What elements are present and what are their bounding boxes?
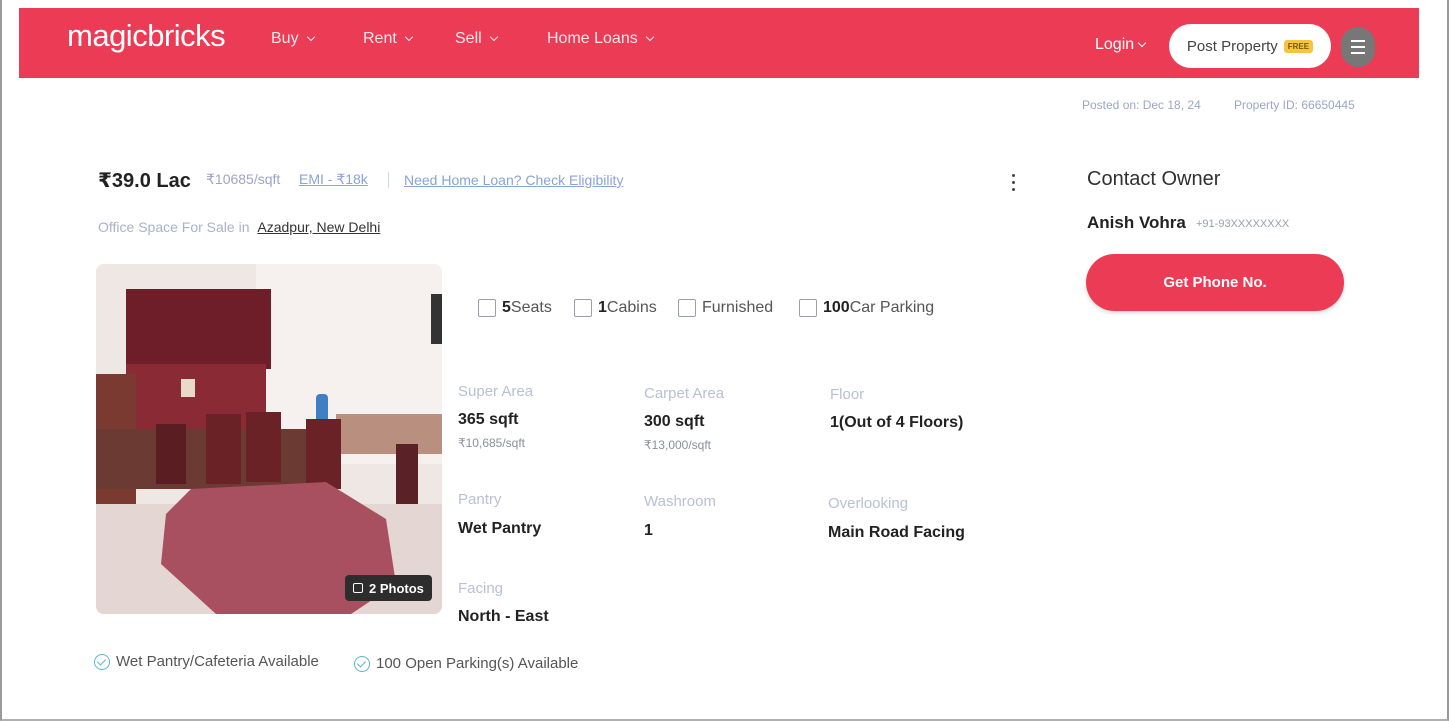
feature-furnished: Furnished xyxy=(678,299,773,317)
chevron-down-icon xyxy=(404,32,414,42)
gallery-icon xyxy=(353,583,363,593)
carpet-area-label: Carpet Area xyxy=(644,385,725,402)
feature-parking-label: Car Parking xyxy=(849,299,935,316)
subtitle-prefix: Office Space For Sale in xyxy=(98,219,250,235)
divider xyxy=(388,172,389,188)
facing-value: North - East xyxy=(458,608,549,625)
floor-value: 1(Out of 4 Floors) xyxy=(830,414,964,431)
get-phone-button[interactable]: Get Phone No. xyxy=(1086,254,1344,311)
super-area-value[interactable]: 365 sqft xyxy=(458,411,518,429)
furnished-icon xyxy=(678,299,696,317)
car-parking-icon xyxy=(799,299,817,317)
cabin-icon xyxy=(574,299,592,317)
posted-on: Posted on: Dec 18, 24 xyxy=(1082,98,1201,112)
nav-sell-label: Sell xyxy=(455,30,482,47)
amenity-item: Wet Pantry/Cafeteria Available xyxy=(94,653,319,670)
feature-car-parking: 100Car Parking xyxy=(799,299,934,317)
nav-sell[interactable]: Sell xyxy=(455,30,498,48)
overlooking-label: Overlooking xyxy=(828,495,909,512)
pantry-label: Pantry xyxy=(458,491,502,508)
contact-owner-title: Contact Owner xyxy=(1087,168,1221,190)
feature-cabins: 1Cabins xyxy=(574,299,657,317)
nav-home-loans-label: Home Loans xyxy=(547,30,638,47)
carpet-area-value[interactable]: 300 sqft xyxy=(644,413,704,431)
seat-icon xyxy=(478,299,496,317)
hamburger-menu-icon[interactable] xyxy=(1341,27,1375,67)
nav-rent-label: Rent xyxy=(363,30,397,47)
nav-buy-label: Buy xyxy=(271,30,299,47)
nav-buy[interactable]: Buy xyxy=(271,30,315,48)
free-badge: FREE xyxy=(1283,39,1314,53)
check-eligibility-link[interactable]: Need Home Loan? Check Eligibility xyxy=(404,172,623,188)
amenity-item: 100 Open Parking(s) Available xyxy=(354,655,578,672)
check-circle-icon xyxy=(354,655,370,672)
super-area-rate: ₹10,685/sqft xyxy=(458,436,526,450)
photo-count-badge[interactable]: 2 Photos xyxy=(345,575,432,601)
amenity-label: 100 Open Parking(s) Available xyxy=(376,655,579,672)
nav-rent[interactable]: Rent xyxy=(363,30,414,48)
chevron-down-icon xyxy=(1137,38,1147,48)
office-photo-illustration xyxy=(96,264,442,614)
property-photo[interactable]: 2 Photos xyxy=(96,264,442,614)
chevron-down-icon xyxy=(306,32,315,42)
feature-cabins-label: Cabins xyxy=(606,299,657,316)
feature-cabins-value: 1 xyxy=(598,299,607,316)
login-button[interactable]: Login xyxy=(1095,36,1147,54)
more-options-icon[interactable] xyxy=(1008,172,1019,193)
feature-parking-value: 100 xyxy=(823,299,850,316)
magicbricks-logo[interactable]: magicbricks xyxy=(67,18,226,54)
nav-home-loans[interactable]: Home Loans xyxy=(547,30,654,48)
price: ₹39.0 Lac xyxy=(98,170,191,192)
post-property-button[interactable]: Post Property FREE xyxy=(1169,24,1331,68)
price-per-sqft: ₹10685/sqft xyxy=(206,171,281,187)
check-circle-icon xyxy=(94,653,110,670)
property-id: Property ID: 66650445 xyxy=(1234,98,1355,112)
chevron-down-icon xyxy=(645,32,654,42)
washroom-label: Washroom xyxy=(644,493,716,510)
amenity-label: Wet Pantry/Cafeteria Available xyxy=(116,653,319,670)
facing-label: Facing xyxy=(458,580,504,597)
floor-label: Floor xyxy=(830,386,865,403)
chevron-down-icon xyxy=(489,32,498,42)
pantry-value: Wet Pantry xyxy=(458,520,542,537)
owner-phone-masked: +91-93XXXXXXXX xyxy=(1196,218,1290,230)
photo-count-label: 2 Photos xyxy=(369,580,424,596)
owner-name: Anish Vohra xyxy=(1087,213,1186,232)
feature-furnished-label: Furnished xyxy=(702,299,774,316)
top-navbar: magicbricks Buy Rent Sell Home Loans Log… xyxy=(19,8,1419,78)
login-label: Login xyxy=(1095,36,1135,53)
overlooking-value: Main Road Facing xyxy=(828,524,965,541)
feature-seats-label: Seats xyxy=(510,299,552,316)
emi-link[interactable]: EMI - ₹18k xyxy=(299,171,368,188)
listing-subtitle: Office Space For Sale in Azadpur, New De… xyxy=(98,219,380,235)
feature-seats-value: 5 xyxy=(502,299,511,316)
location-link[interactable]: Azadpur, New Delhi xyxy=(257,219,380,235)
carpet-area-rate: ₹13,000/sqft xyxy=(644,438,712,452)
post-property-label: Post Property xyxy=(1186,37,1278,55)
super-area-label: Super Area xyxy=(458,383,534,400)
feature-seats: 5Seats xyxy=(478,299,552,317)
washroom-value: 1 xyxy=(644,522,653,539)
